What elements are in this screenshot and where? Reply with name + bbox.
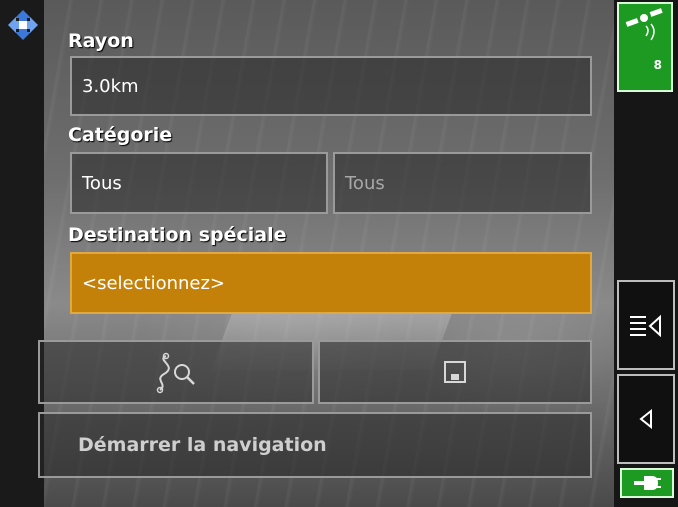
gps-status-indicator[interactable]: 8 bbox=[617, 2, 673, 92]
save-icon bbox=[444, 361, 466, 383]
menu-collapse-icon bbox=[630, 314, 661, 337]
route-search-button[interactable] bbox=[38, 340, 314, 404]
category-label: Catégorie bbox=[68, 124, 173, 146]
category-field[interactable]: Tous bbox=[70, 152, 328, 214]
poi-select-field[interactable]: <selectionnez> bbox=[70, 252, 592, 314]
satellite-icon bbox=[625, 8, 663, 41]
back-button[interactable] bbox=[617, 374, 675, 464]
power-status-indicator[interactable] bbox=[620, 468, 674, 498]
power-plug-icon bbox=[634, 476, 661, 490]
poi-label: Destination spéciale bbox=[68, 224, 287, 246]
back-arrow-icon bbox=[639, 409, 652, 429]
start-navigation-button[interactable]: Démarrer la navigation bbox=[38, 412, 592, 478]
satellite-count: 8 bbox=[653, 58, 662, 72]
subcategory-field[interactable]: Tous bbox=[333, 152, 592, 214]
radius-label: Rayon bbox=[68, 30, 134, 52]
poi-search-screen: Rayon 3.0km Catégorie Tous Tous Destinat… bbox=[0, 0, 678, 507]
navigation-logo-icon bbox=[8, 10, 38, 40]
route-search-icon bbox=[156, 352, 195, 394]
menu-collapse-button[interactable] bbox=[617, 280, 675, 370]
save-button[interactable] bbox=[318, 340, 592, 404]
radius-field[interactable]: 3.0km bbox=[70, 56, 592, 116]
